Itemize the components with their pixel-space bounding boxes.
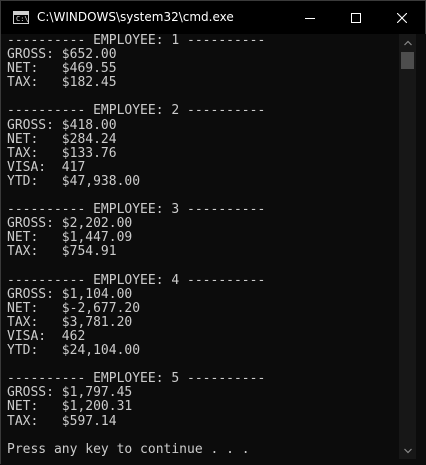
cmd-icon[interactable]: C:\ [13,11,29,24]
console-line: ---------- EMPLOYEE: 2 ---------- [7,103,266,119]
console-line: YTD: $47,938.00 [7,173,141,189]
console-line: NET: $469.55 [7,61,117,77]
title-bar[interactable]: C:\ C:\WINDOWS\system32\cmd.exe [1,1,425,34]
console-line: GROSS: $2,202.00 [7,216,133,232]
scroll-up-button[interactable] [399,34,416,51]
chevron-down-icon [403,448,412,453]
console-line: ---------- EMPLOYEE: 1 ---------- [7,34,266,48]
console-line: GROSS: $418.00 [7,117,117,133]
console-line: NET: $284.24 [7,131,117,147]
console-line: Press any key to continue . . . [7,441,250,457]
console-line: TAX: $754.91 [7,244,117,260]
console-line: VISA: 417 [7,159,86,175]
vertical-scrollbar[interactable] [399,34,416,459]
console-line: NET: $1,200.31 [7,399,133,415]
console-line: TAX: $182.45 [7,75,117,91]
window-bottom-edge [1,459,426,465]
window-title: C:\WINDOWS\system32\cmd.exe [37,10,234,24]
console-line: ---------- EMPLOYEE: 4 ---------- [7,272,266,288]
console-line: VISA: 462 [7,328,86,344]
console-output[interactable]: ---------- EMPLOYEE: 1 ---------- GROSS: … [1,34,399,459]
window-edge [416,34,426,459]
console-line: YTD: $24,104.00 [7,343,141,359]
console-text: ---------- EMPLOYEE: 1 ---------- GROSS: … [7,34,265,457]
chevron-up-icon [403,40,412,45]
close-button[interactable] [379,1,425,34]
console-line: TAX: $597.14 [7,413,117,429]
console-window: C:\ C:\WINDOWS\system32\cmd.exe --------… [0,0,426,465]
scrollbar-thumb[interactable] [401,52,414,69]
maximize-button[interactable] [333,1,379,34]
console-line: GROSS: $652.00 [7,47,117,63]
cmd-icon-glyph: C:\ [16,15,29,23]
console-line: GROSS: $1,797.45 [7,385,133,401]
console-line: NET: $-2,677.20 [7,300,141,316]
console-line: ---------- EMPLOYEE: 3 ---------- [7,202,266,218]
console-line: TAX: $133.76 [7,145,117,161]
console-line: ---------- EMPLOYEE: 5 ---------- [7,371,266,387]
maximize-icon [351,12,361,23]
minimize-button[interactable] [287,1,333,34]
console-line: GROSS: $1,104.00 [7,286,133,302]
console-line: TAX: $3,781.20 [7,314,133,330]
scroll-down-button[interactable] [399,442,416,459]
minimize-icon [305,17,315,19]
close-icon [397,12,407,23]
console-line: NET: $1,447.09 [7,230,133,246]
